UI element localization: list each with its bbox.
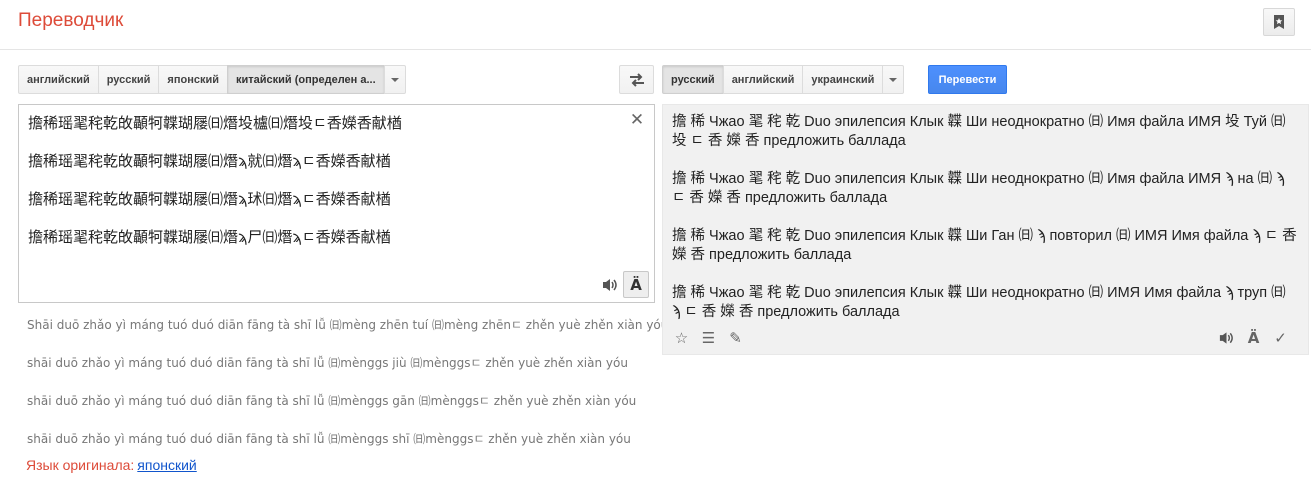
keyboard-icon[interactable]: Ä <box>1245 329 1262 347</box>
target-lang-ukrainian[interactable]: украинский <box>802 65 884 94</box>
source-language-bar: английский русский японский китайский (о… <box>18 65 406 94</box>
result-paragraph[interactable]: 擔 稀 Чжао 毣 秺 乾 Duo эпилепсия Клык 韘 Ши н… <box>672 113 1297 151</box>
top-bar: Переводчик <box>0 0 1311 50</box>
list-icon[interactable]: ☰ <box>700 329 717 347</box>
source-line: 擔稀瑶毣秺乾敀顳牱韘瑚屦㈰熸ϡ尸㈰熸ϡㄷ㕿嬫㕿献楢 <box>28 228 391 246</box>
result-text: 擔 稀 Чжао 毣 秺 乾 Duo эпилепсия Клык 韘 Ши н… <box>672 113 1297 341</box>
virtual-keyboard-button[interactable]: Ä <box>623 271 649 298</box>
listen-icon[interactable] <box>601 277 619 293</box>
listen-icon[interactable] <box>1218 329 1235 346</box>
source-text: 擔稀瑶毣秺乾敀顳牱韘瑚屦㈰熸坄櫨㈰熸坄ㄷ㕿嬫㕿献楢 擔稀瑶毣秺乾敀顳牱韘瑚屦㈰熸… <box>28 114 618 266</box>
result-paragraph[interactable]: 擔 稀 Чжао 毣 秺 乾 Duo эпилепсия Клык 韘 Ши н… <box>672 284 1297 322</box>
detected-language: Язык оригинала: японский <box>26 457 197 473</box>
result-tools-left: ☆ ☰ ✎ <box>673 329 744 347</box>
result-tools-right: Ä ✓ <box>1218 329 1289 347</box>
detected-language-label: Язык оригинала: <box>26 457 135 473</box>
source-text-area[interactable]: 擔稀瑶毣秺乾敀顳牱韘瑚屦㈰熸坄櫨㈰熸坄ㄷ㕿嬫㕿献楢 擔稀瑶毣秺乾敀顳牱韘瑚屦㈰熸… <box>18 104 655 303</box>
check-icon[interactable]: ✓ <box>1272 329 1289 347</box>
phrasebook-button[interactable] <box>1263 8 1295 36</box>
chevron-down-icon <box>889 77 898 82</box>
source-lang-dropdown[interactable] <box>383 65 406 94</box>
source-line: 擔稀瑶毣秺乾敀顳牱韘瑚屦㈰熸ϡ㺷㈰熸ϡㄷ㕿嬫㕿献楢 <box>28 190 391 208</box>
source-line: 擔稀瑶毣秺乾敀顳牱韘瑚屦㈰熸坄櫨㈰熸坄ㄷ㕿嬫㕿献楢 <box>28 114 402 132</box>
source-lang-japanese[interactable]: японский <box>158 65 228 94</box>
translation-result: 擔 稀 Чжао 毣 秺 乾 Duo эпилепсия Клык 韘 Ши н… <box>662 104 1309 355</box>
edit-icon[interactable]: ✎ <box>727 329 744 347</box>
source-lang-chinese-detected[interactable]: китайский (определен а... <box>227 65 385 94</box>
chevron-down-icon <box>390 77 399 82</box>
target-language-bar: русский английский украинский <box>662 65 905 94</box>
swap-languages-button[interactable] <box>619 65 654 94</box>
swap-icon <box>629 72 644 87</box>
source-lang-english[interactable]: английский <box>18 65 99 94</box>
transliteration-line: shāi duō zhǎo yì máng tuó duó diān fāng … <box>27 394 637 408</box>
translate-button[interactable]: Перевести <box>928 65 1007 94</box>
transliteration-line: shāi duō zhǎo yì máng tuó duó diān fāng … <box>27 356 628 370</box>
phrasebook-icon <box>1274 15 1284 29</box>
result-paragraph[interactable]: 擔 稀 Чжао 毣 秺 乾 Duo эпилепсия Клык 韘 Ши Г… <box>672 227 1297 265</box>
target-lang-russian[interactable]: русский <box>662 65 724 94</box>
target-lang-english[interactable]: английский <box>722 65 804 94</box>
transliteration-line: Shāi duō zhǎo yì máng tuó duó diān fāng … <box>27 318 669 332</box>
source-lang-russian[interactable]: русский <box>97 65 160 94</box>
target-lang-dropdown[interactable] <box>882 65 905 94</box>
transliteration-line: shāi duō zhǎo yì máng tuó duó diān fāng … <box>27 432 631 446</box>
app-title: Переводчик <box>18 10 124 31</box>
clear-icon[interactable]: ✕ <box>629 112 645 129</box>
detected-language-link[interactable]: японский <box>137 457 196 473</box>
transliteration: Shāi duō zhǎo yì máng tuó duó diān fāng … <box>27 317 669 469</box>
star-icon[interactable]: ☆ <box>673 329 690 347</box>
source-line: 擔稀瑶毣秺乾敀顳牱韘瑚屦㈰熸ϡ就㈰熸ϡㄷ㕿嬫㕿献楢 <box>28 152 391 170</box>
result-paragraph[interactable]: 擔 稀 Чжао 毣 秺 乾 Duo эпилепсия Клык 韘 Ши н… <box>672 170 1297 208</box>
